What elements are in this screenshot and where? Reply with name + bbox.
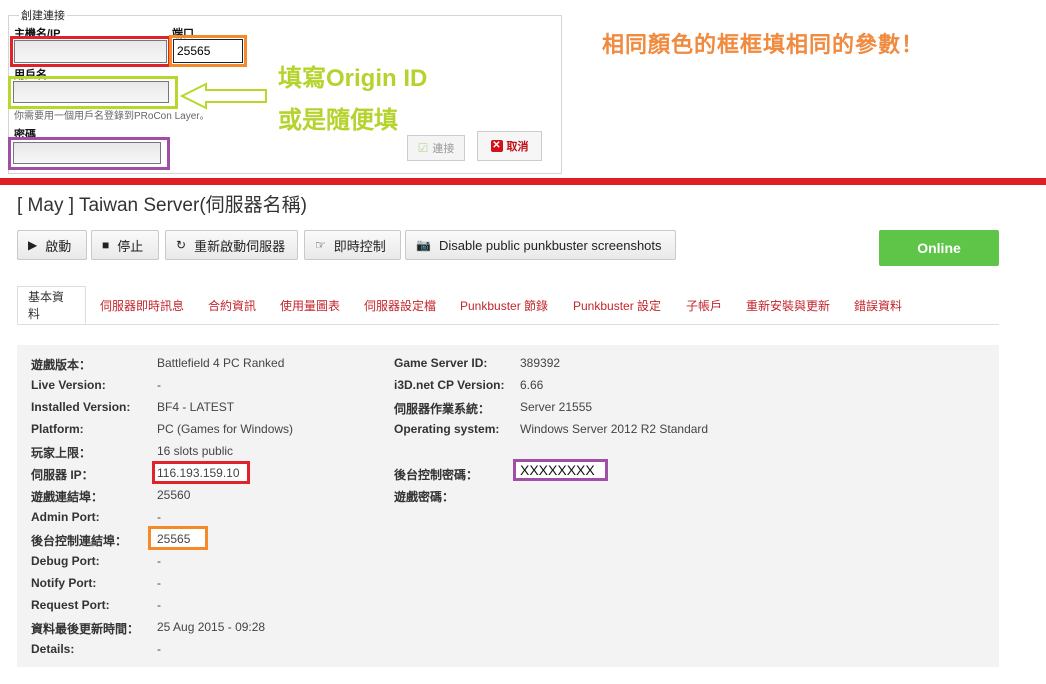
info-key: 遊戲版本： xyxy=(31,358,92,372)
live-control-label: 即時控制 xyxy=(333,238,386,254)
info-key: Live Version: xyxy=(31,378,106,392)
close-icon: ✕ xyxy=(490,140,503,152)
disable-pb-screenshots-button[interactable]: 📷 Disable public punkbuster screenshots xyxy=(405,230,676,260)
info-value: - xyxy=(157,598,161,612)
info-key: 資料最後更新時間： xyxy=(31,622,140,636)
info-value: 389392 xyxy=(520,356,561,370)
info-key: Debug Port: xyxy=(31,554,100,568)
refresh-icon: ↻ xyxy=(176,238,187,252)
start-button[interactable]: ▶ 啟動 xyxy=(17,230,87,260)
tab-usage-chart[interactable]: 使用量圖表 xyxy=(270,286,350,324)
or-random-note: 或是隨便填 xyxy=(278,107,398,134)
info-value: - xyxy=(157,510,161,524)
info-value: Server 21555 xyxy=(520,400,593,414)
cancel-button-label: 取消 xyxy=(506,141,529,153)
tab-bar: 基本資料 伺服器即時訊息 合約資訊 使用量圖表 伺服器設定檔 Punkbuste… xyxy=(17,286,999,325)
info-value: 16 slots public xyxy=(157,444,234,458)
same-color-note: 相同顏色的框框填相同的參數！ xyxy=(602,32,925,57)
password-field[interactable] xyxy=(13,142,161,164)
port-input[interactable] xyxy=(174,40,242,62)
username-field[interactable] xyxy=(13,81,169,103)
connect-button-label: 連接 xyxy=(432,143,455,155)
info-value: PC (Games for Windows) xyxy=(157,422,294,436)
info-value: - xyxy=(157,576,161,590)
info-value: BF4 - LATEST xyxy=(157,400,235,414)
host-field[interactable] xyxy=(14,40,167,63)
restart-label: 重新啟動伺服器 xyxy=(194,238,286,254)
status-badge[interactable]: Online xyxy=(879,230,999,266)
info-key: 後台控制密碼： xyxy=(394,468,479,482)
disable-pb-label: Disable public punkbuster screenshots xyxy=(438,237,662,253)
tab-sub-accounts[interactable]: 子帳戶 xyxy=(676,286,732,324)
info-value: Battlefield 4 PC Ranked xyxy=(157,356,285,370)
fill-origin-note: 填寫Origin ID xyxy=(278,65,428,92)
tab-error-data[interactable]: 錯誤資料 xyxy=(844,286,912,324)
info-key: 遊戲密碼： xyxy=(394,490,455,504)
cancel-button[interactable]: ✕ 取消 xyxy=(477,131,542,161)
play-icon: ▶ xyxy=(28,238,38,252)
stop-icon: ■ xyxy=(102,238,110,252)
info-panel: 遊戲版本： Battlefield 4 PC Ranked Live Versi… xyxy=(17,345,999,667)
info-key: Game Server ID: xyxy=(394,356,488,370)
username-input[interactable] xyxy=(14,82,168,102)
tab-live-messages[interactable]: 伺服器即時訊息 xyxy=(90,286,194,324)
stop-label: 停止 xyxy=(117,238,144,254)
live-control-button[interactable]: ☞ 即時控制 xyxy=(304,230,401,260)
tab-contract[interactable]: 合約資訊 xyxy=(198,286,266,324)
hand-pointer-icon: ☞ xyxy=(315,238,326,252)
tab-punkbuster-log[interactable]: Punkbuster 節錄 xyxy=(450,286,558,324)
info-key: 伺服器作業系統： xyxy=(394,402,491,416)
info-value: 6.66 xyxy=(520,378,544,392)
info-key: Notify Port: xyxy=(31,576,97,590)
password-input[interactable] xyxy=(14,143,160,163)
tab-config-file[interactable]: 伺服器設定檔 xyxy=(354,286,446,324)
stop-button[interactable]: ■ 停止 xyxy=(91,230,159,260)
info-value: - xyxy=(157,378,161,392)
divider xyxy=(0,178,1046,185)
info-key: 後台控制連結埠： xyxy=(31,534,128,548)
server-ip-value: 116.193.159.10 xyxy=(157,466,240,480)
info-key: Operating system: xyxy=(394,422,500,436)
info-key: Request Port: xyxy=(31,598,110,612)
tab-punkbuster-settings[interactable]: Punkbuster 設定 xyxy=(563,286,671,324)
connect-button[interactable]: ☑ 連接 xyxy=(407,135,465,161)
info-key: 遊戲連結埠： xyxy=(31,490,104,504)
camera-icon: 📷 xyxy=(416,238,431,252)
host-input[interactable] xyxy=(15,41,166,62)
server-title: [ May ] Taiwan Server(伺服器名稱) xyxy=(17,195,307,216)
rcon-password-value: XXXXXXXX xyxy=(520,462,595,478)
info-key: Installed Version: xyxy=(31,400,131,414)
left-arrow-icon xyxy=(180,82,267,110)
info-key: Details: xyxy=(31,642,75,656)
info-value: - xyxy=(157,642,161,656)
info-key: 伺服器 IP： xyxy=(31,468,94,482)
port-field[interactable] xyxy=(173,39,243,63)
rcon-port-value: 25565 xyxy=(157,532,191,546)
info-key: Platform: xyxy=(31,422,84,436)
tab-reinstall-update[interactable]: 重新安裝與更新 xyxy=(736,286,840,324)
tab-basic-info[interactable]: 基本資料 xyxy=(17,286,86,324)
connect-legend: 創建連接 xyxy=(19,7,67,23)
info-value: 25560 xyxy=(157,488,191,502)
info-key: i3D.net CP Version: xyxy=(394,378,505,392)
info-key: 玩家上限： xyxy=(31,446,92,460)
info-value: - xyxy=(157,554,161,568)
restart-button[interactable]: ↻ 重新啟動伺服器 xyxy=(165,230,298,260)
start-label: 啟動 xyxy=(45,238,72,254)
info-value: Windows Server 2012 R2 Standard xyxy=(520,422,709,436)
check-icon: ☑ xyxy=(417,141,429,155)
info-value: 25 Aug 2015 - 09:28 xyxy=(157,620,266,634)
info-key: Admin Port: xyxy=(31,510,100,524)
